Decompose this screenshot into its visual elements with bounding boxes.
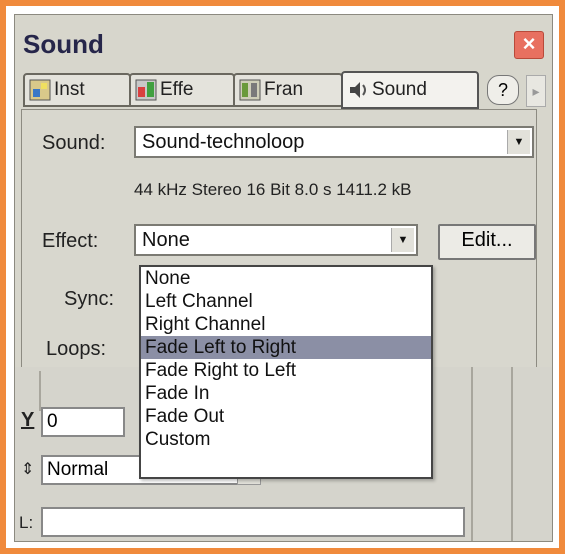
option-left-channel[interactable]: Left Channel (141, 290, 431, 313)
divider (39, 371, 41, 411)
loops-label: Loops: (46, 338, 107, 360)
effect-dropdown-list: None Left Channel Right Channel Fade Lef… (139, 265, 433, 479)
tab-sound[interactable]: Sound (341, 71, 479, 109)
option-fade-left-to-right[interactable]: Fade Left to Right (141, 336, 431, 359)
help-button[interactable]: ? (487, 75, 519, 105)
sound-select[interactable]: Sound-technoloop ▼ (134, 126, 534, 158)
effect-select[interactable]: None ▼ (134, 224, 418, 256)
screenshot-frame: Sound × Inst Effe Fran Sound ? ▸ Sound: … (6, 6, 559, 548)
option-custom[interactable]: Custom (141, 428, 431, 451)
divider (471, 367, 473, 541)
sound-info-text: 44 kHz Stereo 16 Bit 8.0 s 1411.2 kB (134, 180, 412, 199)
chevron-down-icon[interactable]: ▼ (507, 130, 530, 154)
mode-select-value: Normal (47, 459, 109, 480)
tab-instance[interactable]: Inst (23, 73, 131, 107)
arrows-icon: ⇕ (21, 461, 35, 478)
frame-icon (239, 79, 261, 101)
l-label: L: (19, 513, 34, 532)
edit-button[interactable]: Edit... (438, 224, 536, 260)
tab-instance-label: Inst (54, 79, 85, 100)
option-fade-right-to-left[interactable]: Fade Right to Left (141, 359, 431, 382)
effect-select-value: None (142, 229, 190, 251)
tab-effect-label: Effe (160, 79, 194, 100)
sound-icon (347, 79, 369, 101)
tab-frame[interactable]: Fran (233, 73, 343, 107)
tab-effect[interactable]: Effe (129, 73, 235, 107)
effect-label: Effect: (42, 230, 99, 252)
effect-icon (135, 79, 157, 101)
close-button[interactable]: × (514, 31, 544, 59)
y-label: Y (21, 409, 35, 431)
instance-icon (29, 79, 51, 101)
sound-select-value: Sound-technoloop (142, 131, 305, 153)
tab-sound-label: Sound (372, 79, 427, 100)
option-fade-out[interactable]: Fade Out (141, 405, 431, 428)
l-field[interactable] (41, 507, 465, 537)
divider (511, 367, 513, 541)
tab-frame-label: Fran (264, 79, 304, 100)
panel-title: Sound (23, 29, 104, 59)
scroll-tabs-right-icon[interactable]: ▸ (526, 75, 546, 107)
y-field[interactable]: 0 (41, 407, 125, 437)
chevron-down-icon[interactable]: ▼ (391, 228, 414, 252)
option-none[interactable]: None (141, 267, 431, 290)
option-fade-in[interactable]: Fade In (141, 382, 431, 405)
sync-label: Sync: (64, 288, 115, 310)
option-right-channel[interactable]: Right Channel (141, 313, 431, 336)
sound-label: Sound: (42, 132, 106, 154)
tab-strip: Inst Effe Fran Sound ? ▸ (17, 69, 548, 109)
sound-panel: Sound × Inst Effe Fran Sound ? ▸ Sound: … (14, 14, 553, 542)
